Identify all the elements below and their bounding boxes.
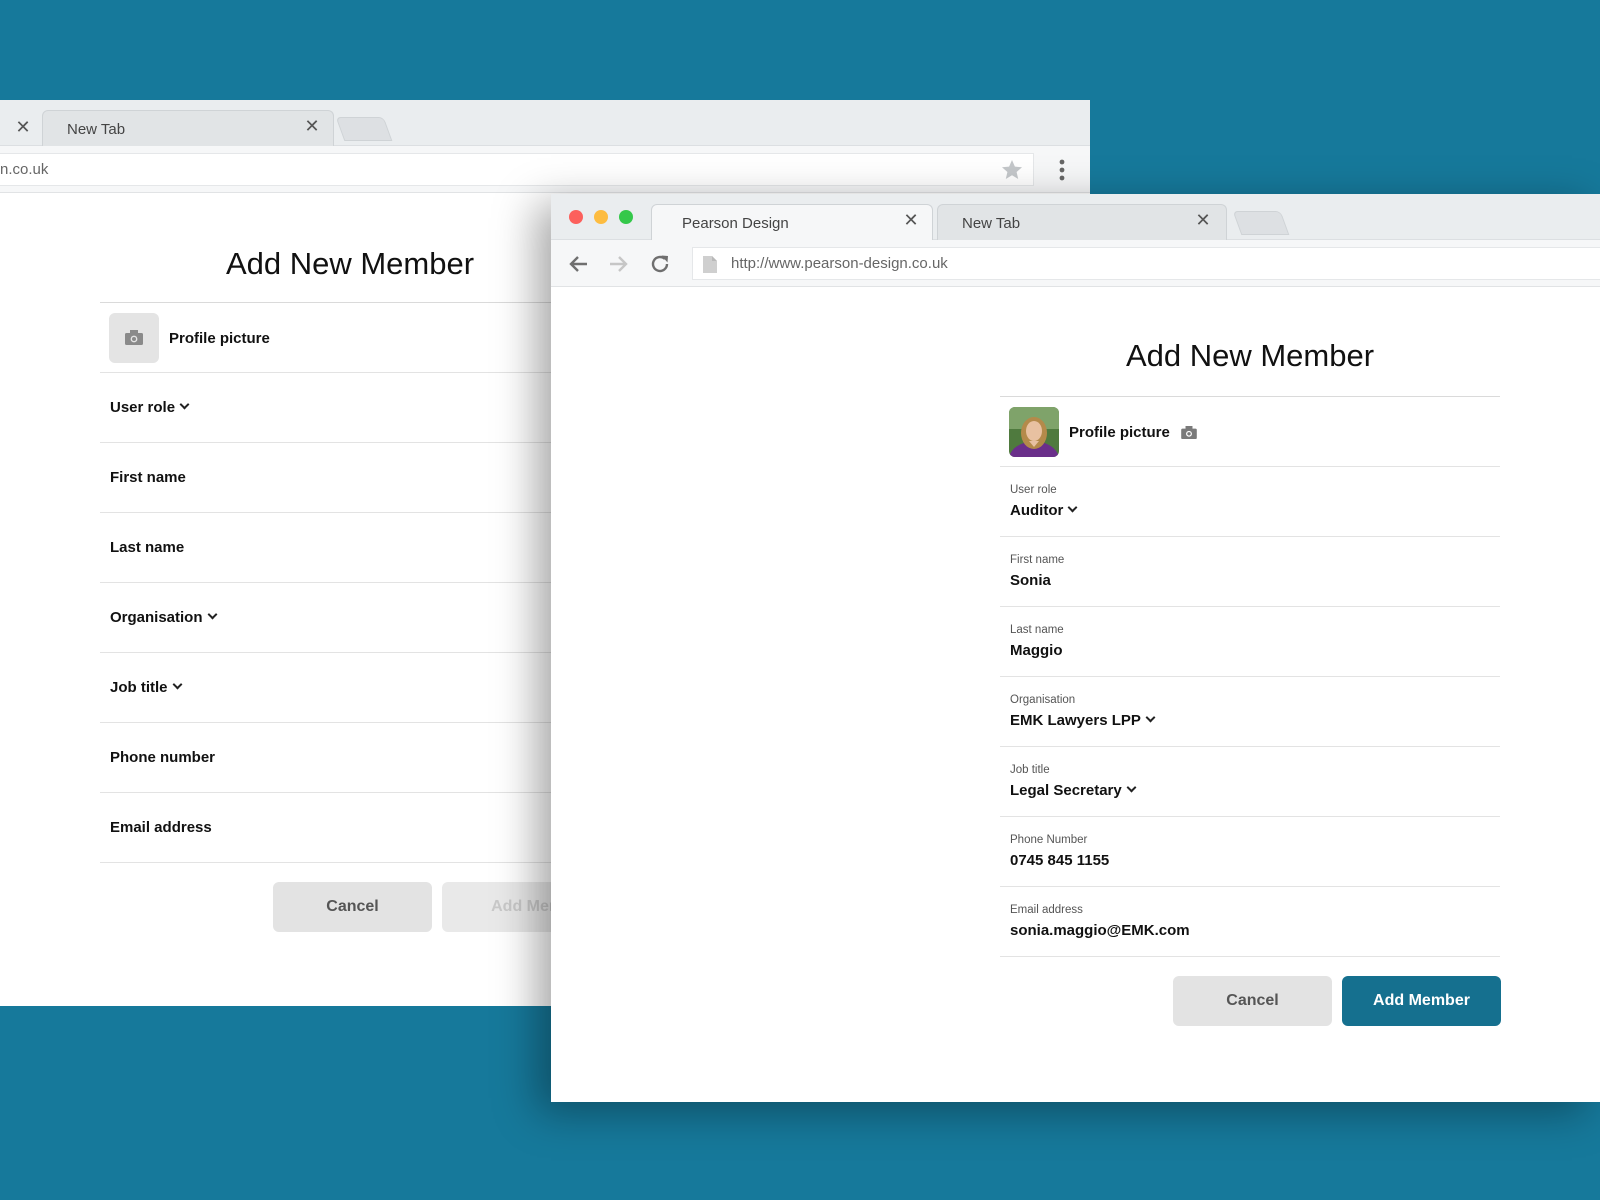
phone-number-input[interactable]: 0745 845 1155 [1010, 852, 1109, 869]
close-icon[interactable]: ✕ [303, 117, 321, 135]
camera-icon [125, 330, 143, 345]
field-job-title[interactable]: Job title Legal Secretary [1000, 747, 1500, 817]
field-job-title[interactable]: Job title [100, 653, 620, 723]
field-last-name[interactable]: Last name Maggio [1000, 607, 1500, 677]
user-role-select[interactable]: Auditor [1010, 502, 1078, 519]
field-label: User role [1010, 484, 1057, 496]
close-icon[interactable]: ✕ [14, 118, 32, 136]
new-tab-button[interactable] [335, 117, 393, 141]
field-label: Organisation [110, 609, 217, 626]
field-phone-number[interactable]: Phone number [100, 723, 620, 793]
tab-title: New Tab [67, 121, 126, 138]
page-title: Add New Member [225, 246, 475, 281]
cancel-button[interactable]: Cancel [273, 882, 432, 932]
field-user-role[interactable]: User role Auditor [1000, 467, 1500, 537]
field-last-name[interactable]: Last name [100, 513, 620, 583]
field-label: First name [1010, 554, 1065, 566]
field-email-address[interactable]: Email address [100, 793, 620, 863]
field-label: Organisation [1010, 694, 1076, 706]
tab-title: Pearson Design [682, 215, 789, 232]
field-label: Email address [1010, 904, 1083, 916]
chevron-down-icon [172, 679, 182, 690]
url-text: http://www.pearson-design.co.uk [731, 255, 948, 272]
back-tab-new[interactable]: New Tab ✕ [42, 110, 334, 147]
menu-icon[interactable] [1058, 158, 1066, 182]
field-label: Phone number [110, 749, 216, 766]
profile-picture-label: Profile picture [1069, 424, 1170, 441]
field-label: Phone Number [1010, 834, 1088, 846]
minimize-window-dot[interactable] [594, 210, 608, 224]
job-title-select[interactable]: Legal Secretary [1010, 782, 1137, 799]
back-arrow-icon[interactable] [567, 253, 589, 275]
field-first-name[interactable]: First name [100, 443, 620, 513]
tab-new-tab[interactable]: New Tab ✕ [937, 204, 1227, 241]
email-address-input[interactable]: sonia.maggio@EMK.com [1010, 922, 1190, 939]
field-label: User role [110, 399, 190, 416]
field-email-address[interactable]: Email address sonia.maggio@EMK.com [1000, 887, 1500, 957]
front-browser-window: Pearson Design ✕ New Tab ✕ http://www.pe… [551, 194, 1600, 1102]
reload-icon[interactable] [649, 253, 671, 275]
camera-icon[interactable] [1181, 426, 1197, 439]
chevron-down-icon [179, 399, 190, 410]
profile-picture-label: Profile picture [169, 330, 270, 347]
address-bar[interactable]: http://www.pearson-design.co.uk [692, 247, 1600, 280]
field-first-name[interactable]: First name Sonia [1000, 537, 1500, 607]
field-phone-number[interactable]: Phone Number 0745 845 1155 [1000, 817, 1500, 887]
organisation-select[interactable]: EMK Lawyers LPP [1010, 712, 1156, 729]
chevron-down-icon [1145, 712, 1156, 723]
chevron-down-icon [1067, 502, 1078, 513]
last-name-input[interactable]: Maggio [1010, 642, 1063, 659]
field-label: Last name [110, 539, 185, 556]
back-toolbar: n.co.uk [0, 146, 1090, 193]
chevron-down-icon [207, 609, 217, 620]
add-member-button[interactable]: Add Member [1342, 976, 1501, 1026]
forward-arrow-icon[interactable] [608, 253, 630, 275]
camera-placeholder[interactable] [109, 313, 159, 363]
field-user-role[interactable]: User role [100, 373, 620, 443]
field-label: Job title [110, 679, 182, 696]
tab-pearson-design[interactable]: Pearson Design ✕ [651, 204, 933, 241]
field-label: Email address [110, 819, 212, 836]
chevron-down-icon [1126, 782, 1137, 793]
front-tab-strip: Pearson Design ✕ New Tab ✕ [551, 194, 1600, 241]
close-icon[interactable]: ✕ [902, 211, 920, 229]
close-icon[interactable]: ✕ [1194, 211, 1212, 229]
back-tab-strip: ✕ New Tab ✕ [0, 100, 1090, 147]
profile-picture-row[interactable]: Profile picture [100, 303, 620, 373]
first-name-input[interactable]: Sonia [1010, 572, 1051, 589]
maximize-window-dot[interactable] [619, 210, 633, 224]
field-label: First name [110, 469, 186, 486]
field-organisation[interactable]: Organisation [100, 583, 620, 653]
star-icon[interactable] [1000, 158, 1024, 182]
back-address-bar[interactable]: n.co.uk [0, 153, 1034, 186]
url-text: n.co.uk [0, 161, 49, 178]
new-tab-button[interactable] [1232, 211, 1290, 235]
field-label: Job title [1010, 764, 1050, 776]
field-label: Last name [1010, 624, 1064, 636]
avatar[interactable] [1009, 407, 1059, 457]
close-window-dot[interactable] [569, 210, 583, 224]
page-title: Add New Member [1125, 338, 1375, 373]
field-organisation[interactable]: Organisation EMK Lawyers LPP [1000, 677, 1500, 747]
cancel-button[interactable]: Cancel [1173, 976, 1332, 1026]
tab-title: New Tab [962, 215, 1021, 232]
front-toolbar: http://www.pearson-design.co.uk [551, 240, 1600, 287]
page-icon [703, 256, 717, 273]
profile-picture-row[interactable]: Profile picture [1000, 397, 1500, 467]
